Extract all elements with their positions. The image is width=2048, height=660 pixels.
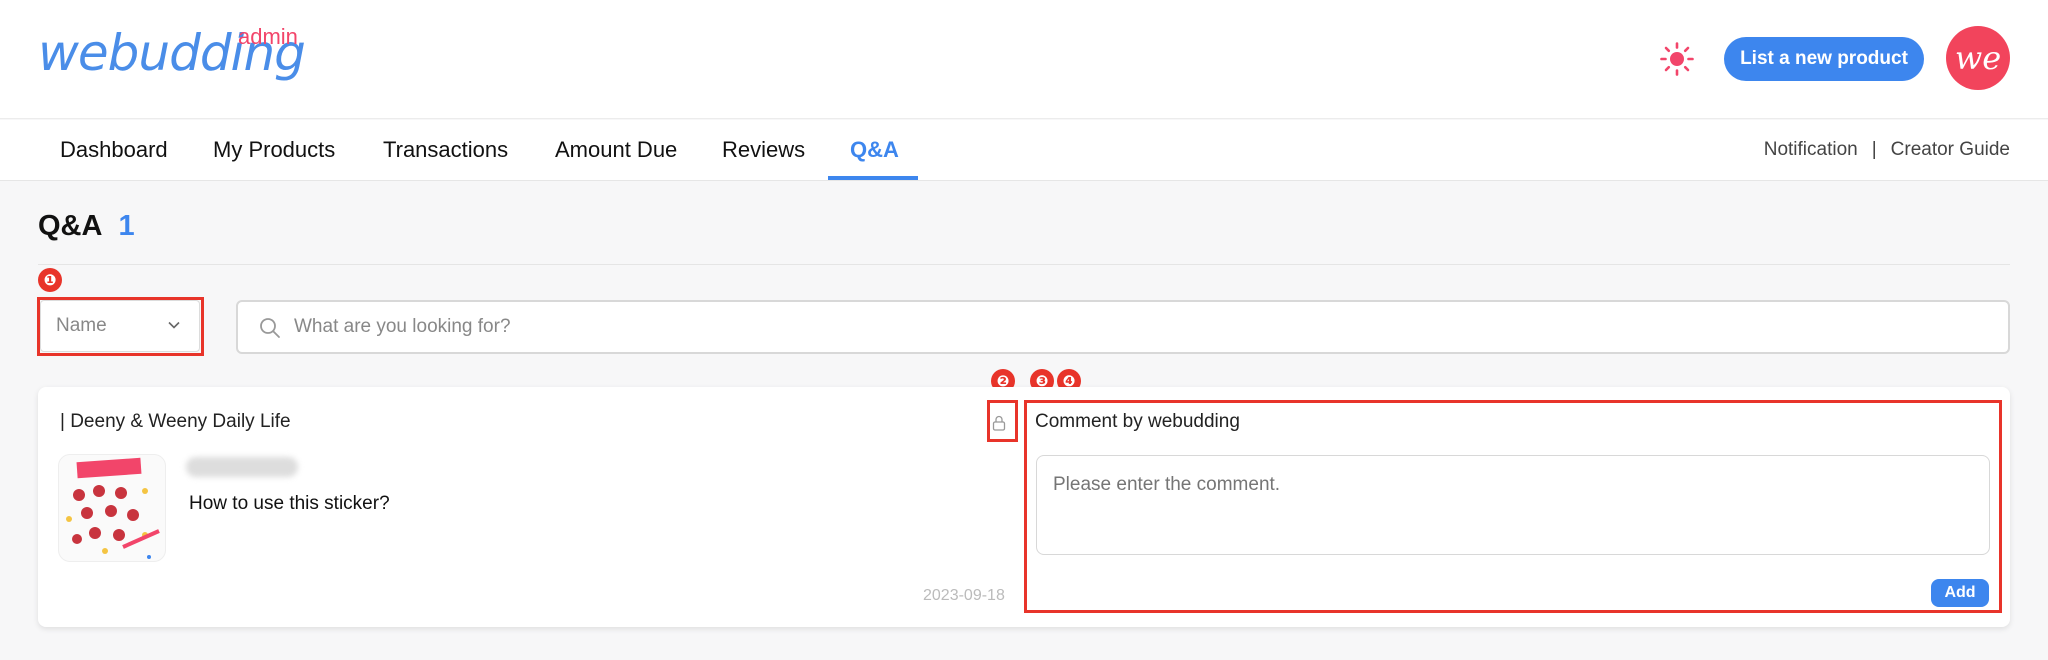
list-new-product-button[interactable]: List a new product bbox=[1724, 37, 1924, 81]
webudding-logo[interactable]: webudding admin bbox=[38, 22, 308, 92]
tab-dashboard[interactable]: Dashboard bbox=[60, 120, 168, 180]
avatar[interactable]: we bbox=[1946, 26, 2010, 90]
sticker-image bbox=[66, 457, 160, 559]
active-tab-indicator bbox=[828, 176, 918, 180]
nav-right-links: Notification | Creator Guide bbox=[1764, 120, 2010, 180]
annotation-marker-1: ❶ bbox=[38, 268, 62, 292]
search-placeholder: What are you looking for? bbox=[294, 316, 511, 337]
search-input[interactable]: What are you looking for? bbox=[236, 300, 2010, 354]
top-header: webudding admin List a new product we bbox=[0, 0, 2048, 119]
product-name[interactable]: | Deeny & Weeny Daily Life bbox=[60, 411, 291, 433]
product-thumbnail[interactable] bbox=[58, 454, 166, 562]
question-date: 2023-09-18 bbox=[923, 587, 1005, 604]
tab-my-products[interactable]: My Products bbox=[213, 120, 335, 180]
qa-count: 1 bbox=[118, 210, 135, 242]
search-icon bbox=[260, 318, 280, 338]
notification-link[interactable]: Notification bbox=[1764, 139, 1858, 161]
annotation-box-comment bbox=[1024, 400, 2002, 613]
annotation-box-lock bbox=[987, 400, 1018, 442]
main-nav: Dashboard My Products Transactions Amoun… bbox=[0, 120, 2048, 181]
nav-separator: | bbox=[1871, 139, 1877, 160]
title-divider bbox=[38, 264, 2010, 265]
blurred-user-name bbox=[186, 457, 298, 477]
sun-icon[interactable] bbox=[1660, 42, 1694, 76]
tab-transactions[interactable]: Transactions bbox=[383, 120, 508, 180]
logo-admin-label: admin bbox=[238, 24, 298, 49]
tab-qa[interactable]: Q&A bbox=[850, 120, 899, 180]
page-title: Q&A bbox=[38, 210, 103, 242]
annotation-box-select bbox=[37, 297, 204, 356]
tab-reviews[interactable]: Reviews bbox=[722, 120, 805, 180]
tab-amount-due[interactable]: Amount Due bbox=[555, 120, 677, 180]
creator-guide-link[interactable]: Creator Guide bbox=[1891, 139, 2010, 161]
question-text: How to use this sticker? bbox=[189, 493, 390, 514]
page-title-row: Q&A 1 bbox=[38, 210, 135, 243]
